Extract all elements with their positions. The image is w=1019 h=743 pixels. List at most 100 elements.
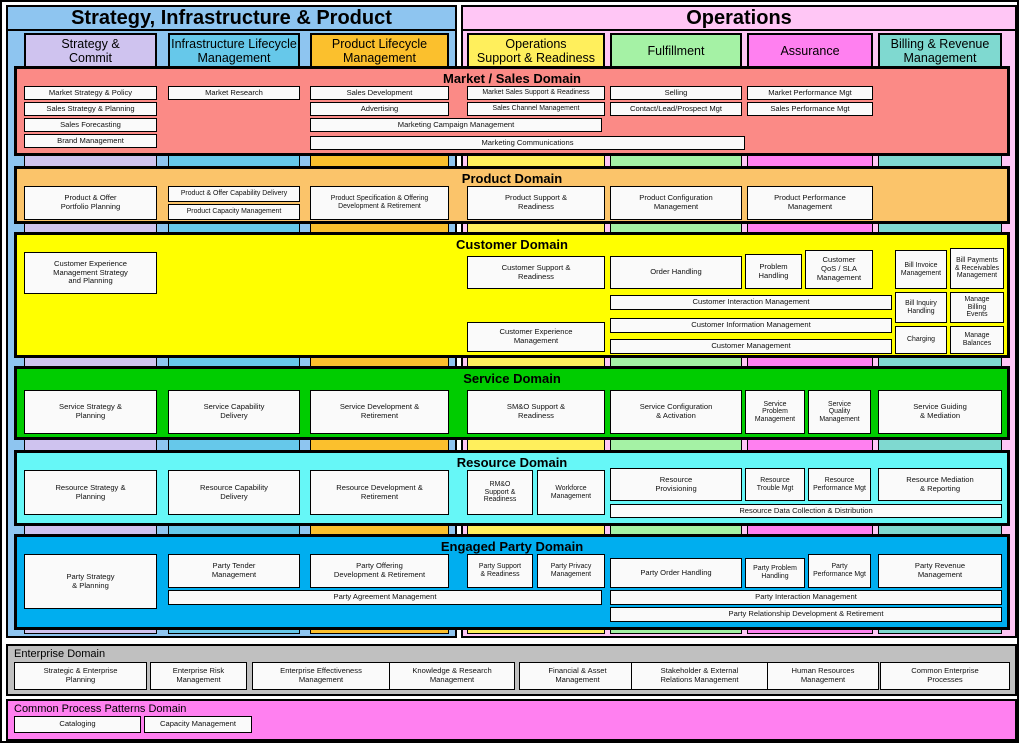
column-header-osr[interactable]: Operations Support & Readiness bbox=[467, 33, 605, 68]
process-box[interactable]: Party Relationship Development & Retirem… bbox=[610, 607, 1002, 622]
column-header-sc[interactable]: Strategy & Commit bbox=[24, 33, 157, 68]
process-box[interactable]: Financial & Asset Management bbox=[519, 662, 636, 690]
process-box[interactable]: Customer Information Management bbox=[610, 318, 892, 333]
process-box[interactable]: Marketing Campaign Management bbox=[310, 118, 602, 132]
process-box[interactable]: Market Sales Support & Readiness bbox=[467, 86, 605, 100]
process-box[interactable]: Customer Support & Readiness bbox=[467, 256, 605, 289]
domain-service-title: Service Domain bbox=[463, 371, 561, 386]
process-box[interactable]: Sales Strategy & Planning bbox=[24, 102, 157, 116]
process-box[interactable]: Stakeholder & External Relations Managem… bbox=[631, 662, 768, 690]
domain-common-process-patterns-title: Common Process Patterns Domain bbox=[14, 703, 187, 715]
process-box[interactable]: SM&O Support & Readiness bbox=[467, 390, 605, 434]
process-box[interactable]: Resource Development & Retirement bbox=[310, 470, 449, 515]
process-box[interactable]: Customer Interaction Management bbox=[610, 295, 892, 310]
process-box[interactable]: Party Support & Readiness bbox=[467, 554, 533, 588]
domain-enterprise-title: Enterprise Domain bbox=[14, 648, 106, 660]
process-box[interactable]: Capacity Management bbox=[144, 716, 252, 733]
column-header-ilm-label: Infrastructure Lifecycle Management bbox=[171, 36, 297, 65]
column-header-brm-label: Billing & Revenue Management bbox=[890, 36, 990, 65]
column-header-assurance-label: Assurance bbox=[780, 43, 840, 58]
process-box[interactable]: Resource Mediation & Reporting bbox=[878, 468, 1002, 501]
process-box[interactable]: Common Enterprise Processes bbox=[880, 662, 1010, 690]
process-box[interactable]: Resource Trouble Mgt bbox=[745, 468, 805, 501]
process-box[interactable]: Party Tender Management bbox=[168, 554, 300, 588]
process-box[interactable]: Customer Experience Management bbox=[467, 322, 605, 352]
process-box[interactable]: Market Strategy & Policy bbox=[24, 86, 157, 100]
process-box[interactable]: Service Quality Management bbox=[808, 390, 871, 434]
process-box[interactable]: Resource Capability Delivery bbox=[168, 470, 300, 515]
column-header-ilm[interactable]: Infrastructure Lifecycle Management bbox=[168, 33, 300, 68]
process-box[interactable]: Customer Experience Management Strategy … bbox=[24, 252, 157, 294]
process-box[interactable]: Manage Balances bbox=[950, 326, 1004, 354]
process-box[interactable]: Service Capability Delivery bbox=[168, 390, 300, 434]
process-box[interactable]: Product Performance Management bbox=[747, 186, 873, 220]
process-box[interactable]: Party Agreement Management bbox=[168, 590, 602, 605]
process-box[interactable]: Product Configuration Management bbox=[610, 186, 742, 220]
process-box[interactable]: Product & Offer Capability Delivery bbox=[168, 186, 300, 202]
column-header-plm[interactable]: Product Lifecycle Management bbox=[310, 33, 449, 68]
process-box[interactable]: Service Problem Management bbox=[745, 390, 805, 434]
process-box[interactable]: Party Strategy & Planning bbox=[24, 554, 157, 609]
process-box[interactable]: Customer QoS / SLA Management bbox=[805, 250, 873, 289]
process-box[interactable]: Product Support & Readiness bbox=[467, 186, 605, 220]
domain-market-sales-title: Market / Sales Domain bbox=[443, 71, 581, 86]
process-box[interactable]: Service Strategy & Planning bbox=[24, 390, 157, 434]
domain-engaged-party-title: Engaged Party Domain bbox=[440, 539, 584, 554]
process-box[interactable]: Product Specification & Offering Develop… bbox=[310, 186, 449, 220]
process-box[interactable]: Sales Performance Mgt bbox=[747, 102, 873, 116]
process-box[interactable]: Bill Inquiry Handling bbox=[895, 292, 947, 323]
process-box[interactable]: Customer Management bbox=[610, 339, 892, 354]
process-box[interactable]: Resource Strategy & Planning bbox=[24, 470, 157, 515]
process-box[interactable]: Advertising bbox=[310, 102, 449, 116]
process-box[interactable]: Problem Handling bbox=[745, 254, 802, 289]
process-box[interactable]: Enterprise Effectiveness Management bbox=[252, 662, 390, 690]
etom-framework-diagram: Strategy, Infrastructure & Product Opera… bbox=[0, 0, 1019, 743]
process-box[interactable]: Workforce Management bbox=[537, 470, 605, 515]
process-box[interactable]: Party Privacy Management bbox=[537, 554, 605, 588]
process-box[interactable]: Resource Performance Mgt bbox=[808, 468, 871, 501]
process-box[interactable]: Service Guiding & Mediation bbox=[878, 390, 1002, 434]
column-header-assurance[interactable]: Assurance bbox=[747, 33, 873, 68]
process-box[interactable]: Cataloging bbox=[14, 716, 141, 733]
process-box[interactable]: Bill Payments & Receivables Management bbox=[950, 248, 1004, 289]
process-box[interactable]: Sales Forecasting bbox=[24, 118, 157, 132]
column-header-osr-label: Operations Support & Readiness bbox=[476, 36, 596, 65]
process-box[interactable]: Market Performance Mgt bbox=[747, 86, 873, 100]
process-box[interactable]: Party Interaction Management bbox=[610, 590, 1002, 605]
process-box[interactable]: Product & Offer Portfolio Planning bbox=[24, 186, 157, 220]
process-box[interactable]: Market Research bbox=[168, 86, 300, 100]
column-header-fulfillment[interactable]: Fulfillment bbox=[610, 33, 742, 68]
process-box[interactable]: Party Problem Handling bbox=[745, 558, 805, 588]
process-box[interactable]: Knowledge & Research Management bbox=[389, 662, 515, 690]
process-box[interactable]: Sales Channel Management bbox=[467, 102, 605, 116]
process-box[interactable]: Party Offering Development & Retirement bbox=[310, 554, 449, 588]
area-header-ops-label: Operations bbox=[686, 6, 792, 29]
process-box[interactable]: Strategic & Enterprise Planning bbox=[14, 662, 147, 690]
column-header-fulfillment-label: Fulfillment bbox=[647, 43, 705, 58]
process-box[interactable]: Bill Invoice Management bbox=[895, 250, 947, 289]
process-box[interactable]: Party Performance Mgt bbox=[808, 554, 871, 588]
process-box[interactable]: Marketing Communications bbox=[310, 136, 745, 150]
process-box[interactable]: Resource Data Collection & Distribution bbox=[610, 504, 1002, 518]
process-box[interactable]: RM&O Support & Readiness bbox=[467, 470, 533, 515]
process-box[interactable]: Brand Management bbox=[24, 134, 157, 148]
process-box[interactable]: Resource Provisioning bbox=[610, 468, 742, 501]
process-box[interactable]: Party Order Handling bbox=[610, 558, 742, 588]
process-box[interactable]: Selling bbox=[610, 86, 742, 100]
process-box[interactable]: Charging bbox=[895, 326, 947, 354]
column-header-sc-label: Strategy & Commit bbox=[61, 36, 120, 65]
process-box[interactable]: Manage Billing Events bbox=[950, 292, 1004, 323]
domain-product-title: Product Domain bbox=[461, 171, 563, 186]
area-header-sip-label: Strategy, Infrastructure & Product bbox=[71, 6, 392, 29]
process-box[interactable]: Service Configuration & Activation bbox=[610, 390, 742, 434]
area-header-sip: Strategy, Infrastructure & Product bbox=[6, 5, 457, 31]
column-header-brm[interactable]: Billing & Revenue Management bbox=[878, 33, 1002, 68]
process-box[interactable]: Party Revenue Management bbox=[878, 554, 1002, 588]
process-box[interactable]: Product Capacity Management bbox=[168, 204, 300, 220]
process-box[interactable]: Enterprise Risk Management bbox=[150, 662, 247, 690]
process-box[interactable]: Order Handling bbox=[610, 256, 742, 289]
process-box[interactable]: Service Development & Retirement bbox=[310, 390, 449, 434]
process-box[interactable]: Human Resources Management bbox=[767, 662, 879, 690]
process-box[interactable]: Contact/Lead/Prospect Mgt bbox=[610, 102, 742, 116]
process-box[interactable]: Sales Development bbox=[310, 86, 449, 100]
